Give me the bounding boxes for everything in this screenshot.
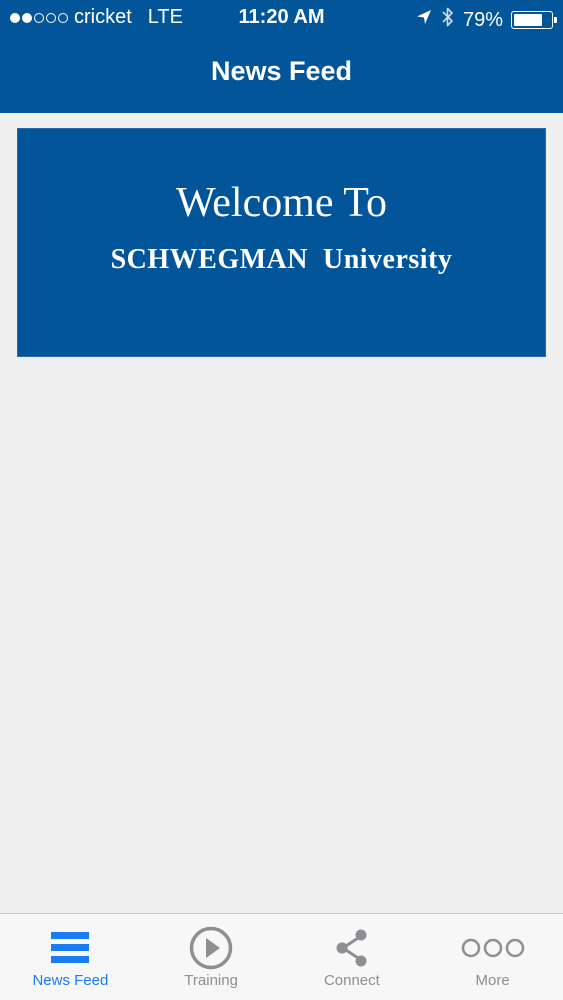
more-dots-icon <box>461 928 525 968</box>
tab-label: Connect <box>323 972 380 989</box>
tab-training[interactable]: Training <box>141 914 282 1000</box>
battery-tip <box>554 17 557 23</box>
tab-label: Training <box>184 972 238 989</box>
welcome-banner[interactable]: Welcome To SCHWEGMAN University <box>17 128 546 357</box>
bluetooth-icon <box>441 6 455 34</box>
tab-more[interactable]: More <box>422 914 563 1000</box>
share-icon <box>334 928 370 968</box>
page-title: News Feed <box>210 56 353 86</box>
status-right: 79% <box>415 6 557 34</box>
tab-label: News Feed <box>32 972 109 989</box>
hamburger-icon <box>50 928 90 968</box>
play-circle-icon <box>189 926 233 970</box>
battery-icon <box>511 11 557 29</box>
battery-level <box>514 14 543 26</box>
banner-subtitle: SCHWEGMAN University <box>110 244 453 275</box>
location-arrow-icon <box>415 8 433 32</box>
banner-title: Welcome To <box>175 180 387 226</box>
status-bar: cricket LTE 11:20 AM 79% <box>0 0 563 36</box>
tab-bar: News Feed Training Connect More <box>0 913 563 1000</box>
top-bar: cricket LTE 11:20 AM 79% News Feed <box>0 0 563 113</box>
battery-percent: 79% <box>462 8 503 31</box>
tab-label: More <box>475 972 510 989</box>
tab-connect[interactable]: Connect <box>282 914 423 1000</box>
tab-news-feed[interactable]: News Feed <box>0 914 141 1000</box>
